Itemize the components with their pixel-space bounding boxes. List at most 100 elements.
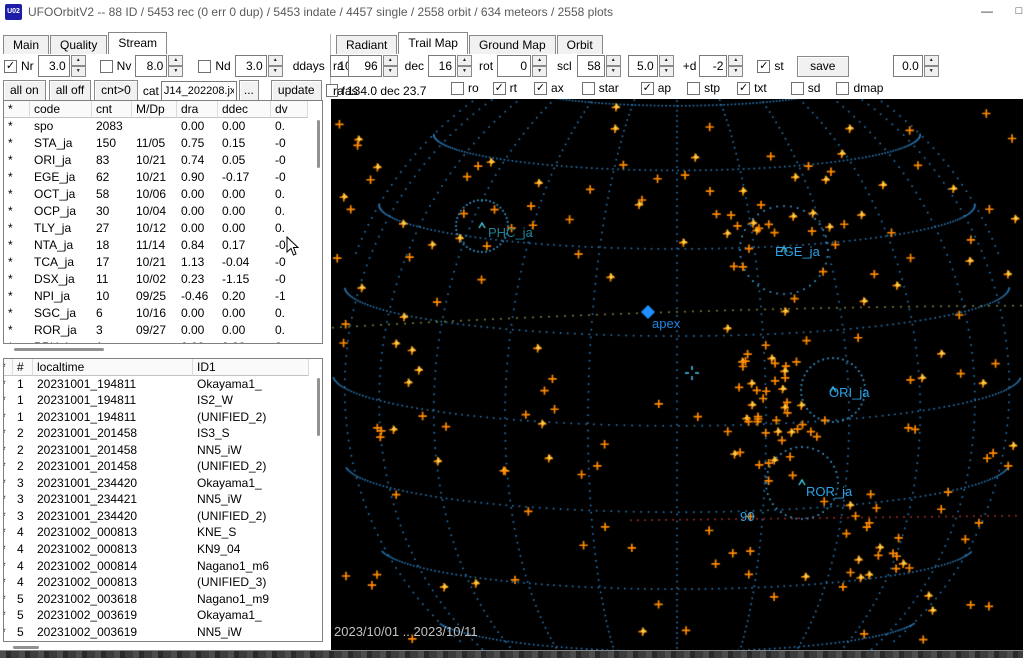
nd-checkbox[interactable]: Nd (198, 59, 231, 73)
event-vscrollbar[interactable] (317, 378, 320, 436)
dec-spin-buttons[interactable]: ▲ ▼ (457, 55, 473, 77)
event-col-*[interactable]: * (4, 359, 13, 376)
left-tab-quality[interactable]: Quality (50, 35, 108, 54)
nv-checkbox[interactable]: Nv (99, 59, 131, 73)
stream-col-ddec[interactable]: ddec (218, 101, 271, 118)
stream-row[interactable]: * NPI_ja 10 09/25 -0.46 0.20 -1 (4, 288, 322, 305)
browse-button[interactable]: ... (238, 80, 259, 101)
nv-checkbox-box[interactable] (99, 59, 113, 73)
scl-spin-buttons[interactable]: ▲ ▼ (605, 55, 621, 77)
nv-spin-buttons[interactable]: ▲ ▼ (168, 55, 184, 77)
event-row[interactable]: * 3 20231001_234420 Okayama1_ (4, 475, 322, 492)
view-txt-checkbox[interactable]: ✓ txt (737, 81, 767, 95)
all-on-button[interactable]: all on (3, 80, 46, 101)
right-tab-orbit[interactable]: Orbit (556, 35, 603, 54)
right-tab-radiant[interactable]: Radiant (336, 35, 398, 54)
stream-col-M/Dp[interactable]: M/Dp (132, 101, 177, 118)
stream-row[interactable]: *PPU_ja10.000.000. (4, 339, 322, 343)
view-stp-checkbox-box[interactable] (687, 81, 701, 95)
trail-map-canvas[interactable] (331, 99, 1023, 650)
right-tab-trail-map[interactable]: Trail Map (398, 32, 468, 54)
view-stp-checkbox[interactable]: stp (687, 81, 720, 95)
stream-col-dra[interactable]: dra (177, 101, 218, 118)
stream-row[interactable]: * EGE_ja 62 10/21 0.90 -0.17 -0 (4, 169, 322, 186)
save-button[interactable]: save (796, 55, 849, 77)
st-checkbox[interactable]: ✓ st (757, 59, 784, 73)
extra-input[interactable] (892, 55, 923, 77)
view-dmap-checkbox[interactable]: dmap (836, 81, 883, 95)
stream-row[interactable]: * DSX_ja 11 10/02 0.23 -1.15 -0 (4, 271, 322, 288)
event-row[interactable]: * 1 20231001_194811 (UNIFIED_2) (4, 409, 322, 426)
maximize-button[interactable]: □ (1002, 0, 1023, 23)
view-ap-checkbox[interactable]: ✓ ap (640, 81, 671, 95)
event-col-#[interactable]: # (13, 359, 33, 376)
event-hscrollbar[interactable] (13, 646, 39, 649)
event-col-localtime[interactable]: localtime (33, 359, 193, 376)
dec-input[interactable] (428, 55, 457, 77)
view-ro-checkbox-box[interactable] (451, 81, 464, 95)
stream-row[interactable]: * ORI_ja 83 10/21 0.74 0.05 -0 (4, 152, 322, 169)
ra-input[interactable] (347, 55, 382, 77)
right-tab-ground-map[interactable]: Ground Map (468, 35, 556, 54)
all-off-button[interactable]: all off (48, 80, 92, 101)
event-row[interactable]: * 1 20231001_194811 Okayama1_ (4, 376, 322, 393)
scl-input[interactable] (576, 55, 605, 77)
event-row[interactable]: * 1 20231001_194811 IS2_W (4, 392, 322, 409)
event-row[interactable]: * 5 20231002_003618 Nagano1_m9 (4, 591, 322, 608)
event-row[interactable]: * 4 20231002_000814 Nagano1_m6 (4, 558, 322, 575)
plusd-spin-buttons[interactable]: ▲ ▼ (728, 55, 744, 77)
nd-checkbox-box[interactable] (198, 59, 212, 73)
nd-input[interactable] (234, 55, 267, 77)
nv-input[interactable] (135, 55, 168, 77)
view-star-checkbox-box[interactable] (581, 81, 595, 95)
stream-hscrollbar[interactable] (14, 348, 104, 351)
rot-input[interactable] (497, 55, 532, 77)
update-button[interactable]: update (270, 80, 322, 101)
stream-col-cnt[interactable]: cnt (92, 101, 132, 118)
trail-map[interactable]: 2023/10/01 .. 2023/10/11 PHC_ja EGE_ja ape… (331, 99, 1023, 650)
view-dmap-checkbox-box[interactable] (836, 81, 850, 95)
view-txt-checkbox-box[interactable]: ✓ (737, 81, 751, 95)
event-row[interactable]: * 2 20231001_201458 IS3_S (4, 425, 322, 442)
stream-row[interactable]: * ROR_ja 3 09/27 0.00 0.00 0. (4, 322, 322, 339)
stream-row[interactable]: * SGC_ja 6 10/16 0.00 0.00 0. (4, 305, 322, 322)
view-ap-checkbox-box[interactable]: ✓ (640, 81, 654, 95)
event-row[interactable]: * 4 20231002_000813 KNE_S (4, 524, 322, 541)
stream-col-code[interactable]: code (30, 101, 92, 118)
minimize-button[interactable]: — (970, 0, 1004, 23)
event-row[interactable]: * 3 20231001_234421 NN5_iW (4, 491, 322, 508)
nr-input[interactable] (37, 55, 70, 77)
stream-row[interactable]: * STA_ja 150 11/05 0.75 0.15 -0 (4, 135, 322, 152)
rot-spin-buttons[interactable]: ▲ ▼ (532, 55, 548, 77)
view-ax-checkbox-box[interactable]: ✓ (534, 81, 548, 95)
view-ax-checkbox[interactable]: ✓ ax (534, 81, 564, 95)
left-tab-stream[interactable]: Stream (108, 32, 168, 54)
event-row[interactable]: * 5 20231002_003619 Okayama1_ (4, 607, 322, 624)
event-row[interactable]: * 4 20231002_000813 (UNIFIED_3) (4, 574, 322, 591)
cnt-gt0-button[interactable]: cnt>0 (94, 80, 138, 101)
view-sd-checkbox[interactable]: sd (790, 81, 820, 95)
stream-row[interactable]: * TLY_ja 27 10/12 0.00 0.00 0. (4, 220, 322, 237)
plusd-input[interactable] (699, 55, 728, 77)
nr-checkbox-box[interactable]: ✓ (4, 59, 17, 73)
event-row[interactable]: * 4 20231002_000813 KN9_04 (4, 541, 322, 558)
stream-vscrollbar[interactable] (317, 120, 320, 168)
cat-input[interactable] (160, 80, 237, 101)
event-row[interactable]: * 2 20231001_201458 (UNIFIED_2) (4, 458, 322, 475)
view-star-checkbox[interactable]: star (581, 81, 619, 95)
st-checkbox-box[interactable]: ✓ (757, 59, 771, 73)
scl2-input[interactable] (627, 55, 658, 77)
stream-row[interactable]: * spo 2083 0.00 0.00 0. (4, 118, 322, 135)
view-ro-checkbox[interactable]: ro (451, 81, 479, 95)
stream-row[interactable]: * NTA_ja 18 11/14 0.84 0.17 -0 (4, 237, 322, 254)
nr-checkbox[interactable]: ✓ Nr (4, 59, 34, 73)
event-col-ID1[interactable]: ID1 (193, 359, 309, 376)
nd-spin-buttons[interactable]: ▲ ▼ (267, 55, 283, 77)
stream-row[interactable]: * OCT_ja 58 10/06 0.00 0.00 0. (4, 186, 322, 203)
stream-col-*[interactable]: * (4, 101, 30, 118)
ra-spin-buttons[interactable]: ▲ ▼ (382, 55, 398, 77)
view-rt-checkbox[interactable]: ✓ rt (492, 81, 517, 95)
view-sd-checkbox-box[interactable] (790, 81, 804, 95)
extra-spin-buttons[interactable]: ▲ ▼ (923, 55, 939, 77)
nr-spin-buttons[interactable]: ▲ ▼ (70, 55, 86, 77)
